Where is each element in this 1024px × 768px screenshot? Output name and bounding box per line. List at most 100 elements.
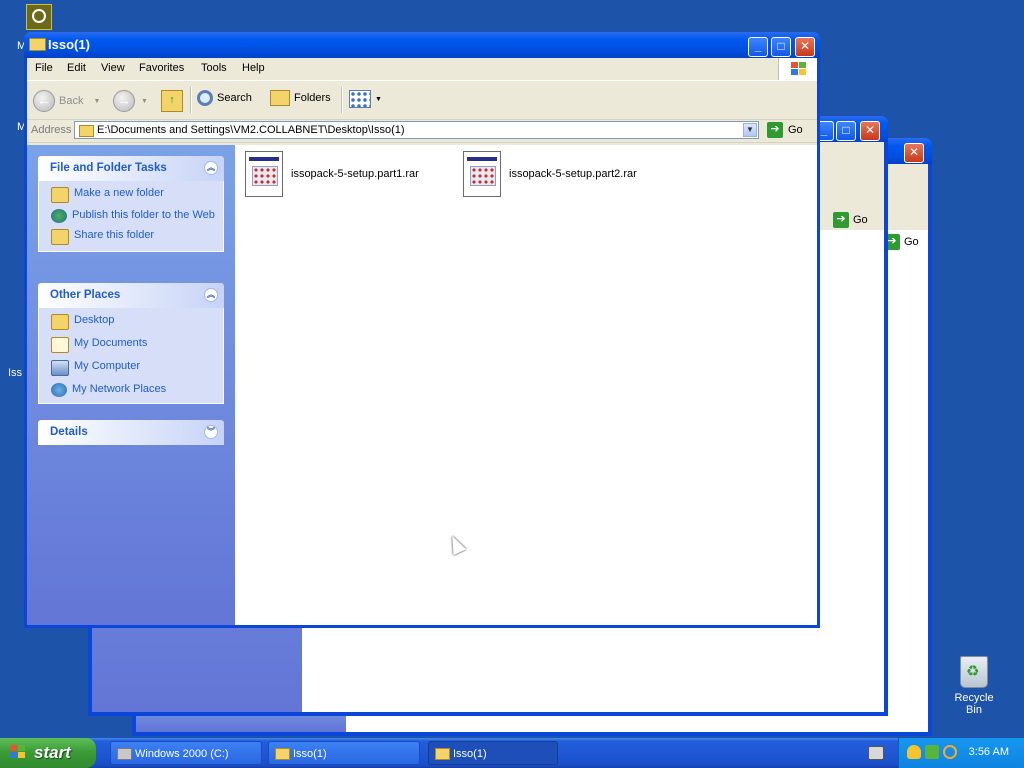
security-shield-icon[interactable]: [907, 745, 921, 759]
place-desktop[interactable]: Desktop: [51, 314, 223, 330]
taskbar-button[interactable]: Windows 2000 (C:): [110, 741, 262, 765]
my-computer-icon: [51, 360, 69, 376]
standard-toolbar: ← Back ▼ → ▼ ↑ Search Folders ▼: [27, 81, 817, 120]
panel-header[interactable]: File and Folder Tasks ︽: [38, 156, 224, 181]
toolbar-separator: [190, 87, 192, 113]
task-pane: File and Folder Tasks ︽ Make a new folde…: [27, 145, 235, 625]
network-globe-icon: [51, 383, 67, 397]
windows-logo: [778, 58, 817, 80]
address-bar: Address E:\Documents and Settings\VM2.CO…: [27, 120, 817, 143]
search-icon[interactable]: [943, 745, 957, 759]
keyboard-icon[interactable]: [868, 746, 884, 760]
recycle-bin[interactable]: Recycle Bin: [946, 656, 1002, 716]
place-my-network-places[interactable]: My Network Places: [51, 383, 223, 397]
taskbar: start Windows 2000 (C:) Isso(1) Isso(1) …: [0, 738, 1024, 768]
file-item[interactable]: issopack-5-setup.part2.rar: [463, 151, 637, 197]
chevron-up-icon[interactable]: ︽: [204, 161, 218, 175]
dropdown-arrow-icon[interactable]: ▼: [93, 98, 100, 105]
views-icon: [349, 90, 371, 108]
menu-tools[interactable]: Tools: [201, 62, 227, 74]
network-icon[interactable]: [925, 745, 939, 759]
recycle-bin-icon: [960, 656, 988, 688]
folder-icon: [275, 748, 290, 760]
close-button[interactable]: ✕: [860, 121, 880, 141]
taskbar-button[interactable]: Isso(1): [268, 741, 420, 765]
panel-body: Desktop My Documents My Computer My Netw…: [38, 308, 224, 404]
globe-icon: [51, 209, 67, 223]
close-button[interactable]: ✕: [904, 143, 924, 163]
details-panel: Details ︾: [38, 420, 224, 445]
address-input[interactable]: E:\Documents and Settings\VM2.COLLABNET\…: [74, 121, 759, 139]
dropdown-arrow-icon[interactable]: ▼: [141, 98, 148, 105]
views-button[interactable]: ▼: [349, 90, 382, 108]
folder-icon: [435, 748, 450, 760]
minimize-button[interactable]: _: [748, 37, 768, 57]
chevron-up-icon[interactable]: ︽: [204, 288, 218, 302]
explorer-body: File and Folder Tasks ︽ Make a new folde…: [27, 145, 817, 625]
maximize-button[interactable]: □: [771, 37, 791, 57]
back-button[interactable]: ← Back ▼: [33, 90, 100, 112]
search-icon: [197, 90, 213, 106]
address-label: Address: [31, 124, 72, 136]
menu-view[interactable]: View: [101, 62, 125, 74]
task-make-new-folder[interactable]: Make a new folder: [51, 187, 223, 203]
folder-icon: [79, 125, 94, 137]
new-folder-icon: [51, 187, 69, 203]
menu-file[interactable]: File: [35, 62, 53, 74]
task-share-folder[interactable]: Share this folder: [51, 229, 223, 245]
folders-button[interactable]: Folders: [270, 90, 331, 106]
system-tray: 3:56 AM: [898, 738, 1024, 768]
explorer-window[interactable]: Isso(1) _ □ ✕ File Edit View Favorites T…: [24, 32, 820, 628]
file-folder-tasks-panel: File and Folder Tasks ︽ Make a new folde…: [38, 156, 224, 252]
desktop-icon-label-fragment: Iss: [8, 367, 23, 379]
up-folder-button[interactable]: ↑: [161, 90, 183, 112]
window-title: Isso(1): [48, 37, 90, 52]
go-arrow-icon: ➔: [767, 122, 783, 138]
windows-flag-icon: [791, 62, 807, 76]
panel-body: Make a new folder Publish this folder to…: [38, 181, 224, 252]
file-item[interactable]: issopack-5-setup.part1.rar: [245, 151, 419, 197]
go-arrow-icon: ➔: [833, 212, 849, 228]
chevron-down-icon[interactable]: ▼: [743, 123, 757, 137]
rar-archive-icon: [245, 151, 283, 197]
close-button[interactable]: ✕: [795, 37, 815, 57]
desktop-shortcut-icon[interactable]: [26, 4, 52, 30]
menu-favorites[interactable]: Favorites: [139, 62, 184, 74]
share-folder-icon: [51, 229, 69, 245]
maximize-button[interactable]: □: [836, 121, 856, 141]
taskbar-button-active[interactable]: Isso(1): [428, 741, 558, 765]
start-button[interactable]: start: [0, 738, 96, 768]
rar-archive-icon: [463, 151, 501, 197]
search-button[interactable]: Search: [197, 90, 252, 106]
go-button[interactable]: ➔ Go: [767, 122, 803, 138]
folder-icon: [29, 38, 46, 51]
menu-help[interactable]: Help: [242, 62, 265, 74]
panel-header[interactable]: Details ︾: [38, 420, 224, 445]
file-list[interactable]: issopack-5-setup.part1.rar issopack-5-se…: [235, 145, 817, 625]
windows-flag-icon: [10, 745, 26, 760]
my-documents-icon: [51, 337, 69, 353]
menu-bar: File Edit View Favorites Tools Help: [27, 58, 817, 81]
file-name: issopack-5-setup.part1.rar: [291, 168, 419, 180]
place-my-computer[interactable]: My Computer: [51, 360, 223, 376]
up-arrow-icon: ↑: [161, 90, 183, 112]
desktop-folder-icon: [51, 314, 69, 330]
address-value: E:\Documents and Settings\VM2.COLLABNET\…: [97, 124, 405, 136]
dropdown-arrow-icon: ▼: [375, 95, 382, 103]
go-button[interactable]: ➔ Go: [833, 212, 868, 228]
file-name: issopack-5-setup.part2.rar: [509, 168, 637, 180]
clock[interactable]: 3:56 AM: [969, 746, 1009, 758]
drive-icon: [117, 748, 132, 760]
window-client: File Edit View Favorites Tools Help ← Ba…: [27, 58, 817, 625]
toolbar-separator: [341, 87, 343, 113]
back-arrow-icon: ←: [33, 90, 55, 112]
place-my-documents[interactable]: My Documents: [51, 337, 223, 353]
window-titlebar[interactable]: Isso(1) _ □ ✕: [24, 32, 820, 58]
panel-header[interactable]: Other Places ︽: [38, 283, 224, 308]
forward-button[interactable]: → ▼: [113, 90, 148, 112]
go-button[interactable]: ➔ Go: [884, 234, 919, 250]
recycle-bin-label: Recycle Bin: [954, 692, 994, 716]
menu-edit[interactable]: Edit: [67, 62, 86, 74]
task-publish-to-web[interactable]: Publish this folder to the Web: [51, 209, 223, 223]
chevron-down-icon[interactable]: ︾: [204, 425, 218, 439]
